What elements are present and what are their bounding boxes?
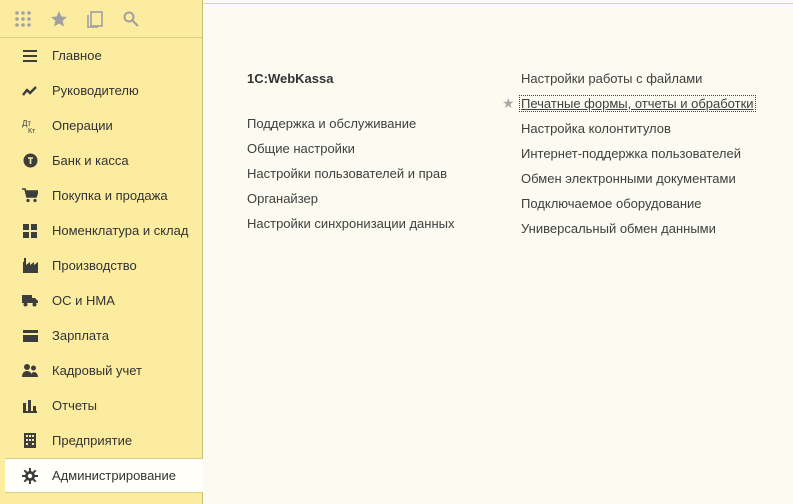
sidebar-item-salary[interactable]: Зарплата [0,318,202,353]
sidebar-item-label: Администрирование [52,468,176,483]
truck-icon [22,293,38,309]
sidebar-item-label: Руководителю [52,83,139,98]
sidebar-item-label: Операции [52,118,113,133]
link-edi[interactable]: Обмен электронными документами [521,170,756,195]
sidebar-item-operations[interactable]: Дт Кт Операции [0,108,202,143]
people-icon [22,363,38,379]
sidebar-item-label: ОС и НМА [52,293,115,308]
content-panel: 1C:WebKassa Поддержка и обслуживание Общ… [204,0,793,504]
sidebar-item-label: Банк и касса [52,153,129,168]
sidebar-item-label: Номенклатура и склад [52,223,189,238]
favorite-star-icon[interactable]: ★ [502,95,515,112]
sidebar-item-label: Главное [52,48,102,63]
sidebar-item-production[interactable]: Производство [0,248,202,283]
link-general-settings[interactable]: Общие настройки [247,140,455,165]
sidebar-item-purchase-sale[interactable]: Покупка и продажа [0,178,202,213]
sidebar-item-administration[interactable]: Администрирование [5,458,203,493]
link-file-settings[interactable]: Настройки работы с файлами [521,70,756,95]
svg-text:Кт: Кт [28,128,36,134]
sidebar-item-fixed-assets[interactable]: ОС и НМА [0,283,202,318]
divider [204,3,793,4]
sidebar-item-label: Предприятие [52,433,133,448]
link-equipment[interactable]: Подключаемое оборудование [521,195,756,220]
history-icon[interactable] [86,6,122,32]
trend-icon [22,83,38,99]
building-icon [22,433,38,449]
link-header-footer[interactable]: Настройка колонтитулов [521,120,756,145]
sidebar-item-hr[interactable]: Кадровый учет [0,353,202,388]
link-support[interactable]: Поддержка и обслуживание [247,115,455,140]
factory-icon [22,258,38,274]
sidebar-item-main[interactable]: Главное [0,38,202,73]
apps-grid-icon[interactable] [14,6,50,32]
sidebar-item-reports[interactable]: Отчеты [0,388,202,423]
sidebar-item-enterprise[interactable]: Предприятие [0,423,202,458]
svg-text:Дт: Дт [22,119,31,128]
link-organizer[interactable]: Органайзер [247,190,455,215]
bar-chart-icon [22,398,38,414]
sidebar-item-label: Отчеты [52,398,97,413]
sidebar: Главное Руководителю Дт Кт Операции Банк … [0,0,203,504]
link-print-forms[interactable]: ★ Печатные формы, отчеты и обработки [502,95,756,120]
sidebar-item-warehouse[interactable]: Номенклатура и склад [0,213,202,248]
favorites-star-icon[interactable] [50,6,86,32]
sidebar-item-label: Покупка и продажа [52,188,168,203]
section-title: 1C:WebKassa [247,71,334,86]
sidebar-item-label: Производство [52,258,137,273]
sidebar-item-manager[interactable]: Руководителю [0,73,202,108]
card-icon [22,328,38,344]
settings-column-right: Настройки работы с файлами ★ Печатные фо… [502,70,756,245]
gear-icon [22,467,38,484]
link-user-settings[interactable]: Настройки пользователей и прав [247,165,455,190]
link-data-sync[interactable]: Настройки синхронизации данных [247,215,455,240]
sidebar-item-label: Зарплата [52,328,109,343]
menu-lines-icon [22,48,38,64]
sidebar-nav: Главное Руководителю Дт Кт Операции Банк … [0,38,203,493]
sidebar-toolbar [0,0,202,38]
grid-icon [22,223,38,239]
cart-icon [22,188,38,204]
link-internet-support[interactable]: Интернет-поддержка пользователей [521,145,756,170]
sidebar-item-bank[interactable]: Банк и касса [0,143,202,178]
link-universal-exchange[interactable]: Универсальный обмен данными [521,220,756,245]
sidebar-item-label: Кадровый учет [52,363,142,378]
coin-icon [22,153,38,169]
dt-kt-icon: Дт Кт [22,118,38,134]
search-icon[interactable] [122,6,158,32]
settings-column-left: 1C:WebKassa Поддержка и обслуживание Общ… [247,70,455,240]
